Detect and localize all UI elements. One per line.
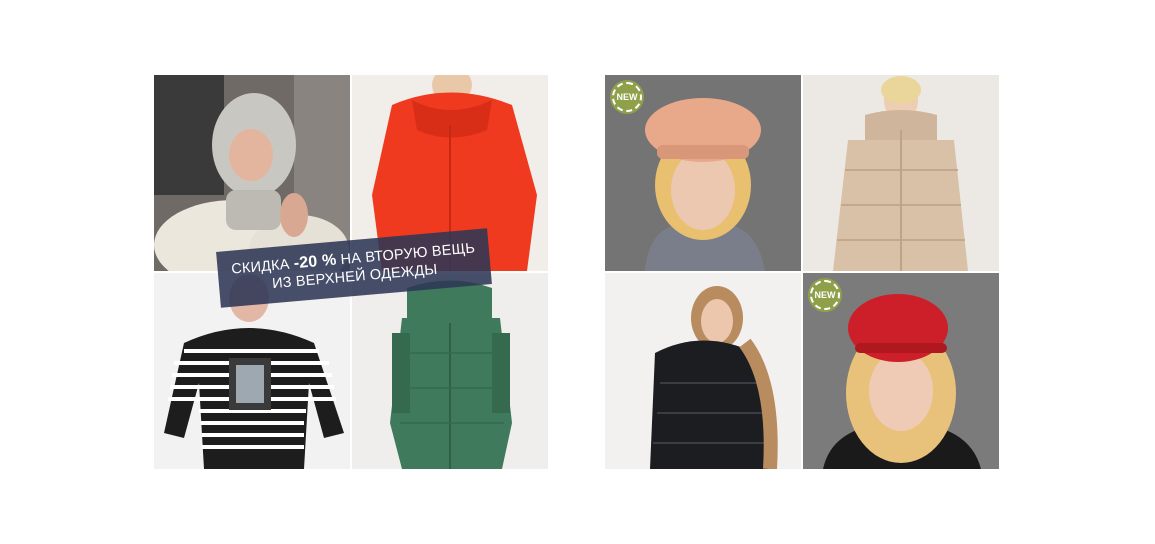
product-tile-red-beret[interactable]: NEW bbox=[803, 273, 999, 469]
product-image-beige-coat bbox=[803, 75, 999, 271]
product-tile-beige-coat[interactable] bbox=[803, 75, 999, 271]
new-badge: NEW bbox=[810, 280, 840, 310]
product-tile-green-coat[interactable] bbox=[352, 273, 548, 469]
product-image-black-jacket bbox=[605, 273, 801, 469]
product-tile-black-jacket[interactable] bbox=[605, 273, 801, 469]
new-badge: NEW bbox=[612, 82, 642, 112]
product-tile-peach-beret[interactable]: NEW bbox=[605, 75, 801, 271]
product-image-green-coat bbox=[352, 273, 548, 469]
product-grid-right: NEW NEW bbox=[605, 75, 999, 469]
product-tile-balaclava[interactable] bbox=[154, 75, 350, 271]
product-image-balaclava bbox=[154, 75, 350, 271]
